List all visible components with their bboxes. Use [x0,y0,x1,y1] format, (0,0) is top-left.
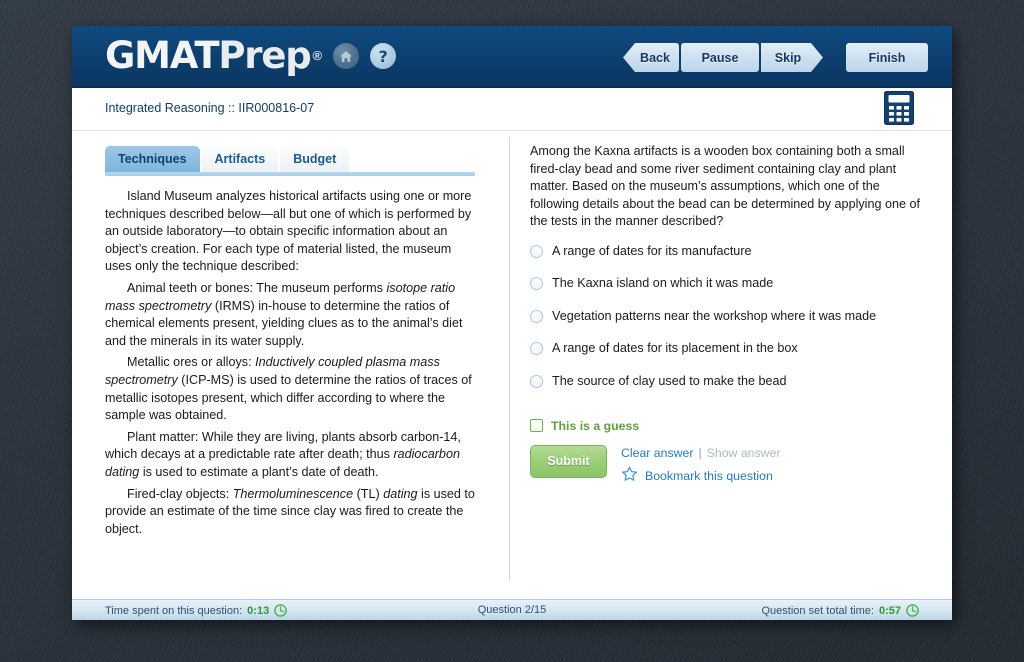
help-icon-glyph: ? [378,46,388,66]
total-time-status: Question set total time: 0:57 [761,604,919,617]
back-button[interactable]: Back [623,43,679,72]
tab-strip: Techniques Artifacts Budget [105,145,479,172]
logo-prep-text: Prep [218,34,311,77]
answer-option[interactable]: A range of dates for its placement in th… [530,340,924,356]
pause-button[interactable]: Pause [681,43,759,72]
brand-header-bar: GMAT Prep ® ? Back Pause Skip Finish [72,26,952,88]
bookmark-question-link[interactable]: Bookmark this question [621,466,780,487]
clock-icon [906,604,919,617]
time-spent-status: Time spent on this question: 0:13 [105,604,288,617]
help-icon[interactable]: ? [370,43,397,69]
status-footer: Time spent on this question: 0:13 Questi… [72,599,952,620]
link-separator: | [698,445,702,460]
question-panel: Among the Kaxna artifacts is a wooden bo… [509,131,952,599]
tab-label: Artifacts [214,152,266,166]
passage-run: (TL) [353,486,384,501]
answer-option-label: The Kaxna island on which it was made [552,276,774,291]
time-spent-label: Time spent on this question: [105,604,243,617]
passage-run: Metallic ores or alloys: [127,355,256,370]
registered-trademark-mark: ® [312,48,323,63]
passage-paragraph: Metallic ores or alloys: Inductively cou… [105,354,479,424]
show-answer-link[interactable]: Show answer [707,446,781,460]
navigation-button-group: Back Pause Skip Finish [623,43,928,72]
answer-option[interactable]: The Kaxna island on which it was made [530,275,924,291]
passage-emphasis: dating [383,486,418,501]
total-time-label: Question set total time: [761,604,874,617]
clear-answer-link[interactable]: Clear answer [621,446,693,460]
answer-option-label: A range of dates for its placement in th… [552,341,798,356]
submit-button[interactable]: Submit [530,444,607,478]
radio-button[interactable] [530,277,543,291]
answer-action-links: Clear answer | Show answer Bookmark this… [621,445,780,487]
radio-button[interactable] [530,244,543,258]
passage-emphasis: Thermoluminescence [232,486,354,501]
passage-run: Animal teeth or bones: The museum perfor… [127,280,387,295]
breadcrumb: Integrated Reasoning :: IIR000816-07 [105,101,315,115]
this-is-a-guess-checkbox[interactable]: This is a guess [521,419,924,433]
tab-techniques[interactable]: Techniques [105,146,200,172]
tab-label: Budget [293,152,337,166]
total-time-value: 0:57 [878,604,901,617]
passage-text: Island Museum analyzes historical artifa… [105,176,479,538]
main-content-area: Techniques Artifacts Budget Island Museum … [72,131,952,599]
guess-checkbox-label: This is a guess [551,418,640,433]
gmatprep-logo: GMAT Prep ® ? [105,34,397,77]
radio-button[interactable] [530,342,543,356]
calculator-icon[interactable] [884,91,914,125]
star-outline-icon [621,466,638,487]
answer-option-label: Vegetation patterns near the workshop wh… [552,308,877,323]
home-icon[interactable] [333,43,360,69]
radio-button[interactable] [530,309,543,323]
answer-option[interactable]: A range of dates for its manufacture [530,243,924,259]
clock-icon [274,604,288,617]
finish-button[interactable]: Finish [846,43,928,72]
tab-artifacts[interactable]: Artifacts [201,146,279,172]
answer-option-label: The source of clay used to make the bead [552,373,787,388]
bookmark-label: Bookmark this question [645,469,773,484]
answer-option-label: A range of dates for its manufacture [552,243,752,258]
answer-links-row: Clear answer | Show answer [621,446,780,460]
question-counter: Question 2/15 [477,604,547,616]
panel-divider [509,137,510,581]
guess-checkbox-box[interactable] [530,419,543,433]
time-spent-value: 0:13 [247,604,270,617]
radio-button[interactable] [530,374,543,388]
passage-paragraph: Island Museum analyzes historical artifa… [105,188,479,276]
submit-action-row: Submit Clear answer | Show answer Bookma… [521,444,924,487]
question-stem: Among the Kaxna artifacts is a wooden bo… [530,144,920,229]
passage-paragraph: Fired-clay objects: Thermoluminescence (… [105,486,479,539]
passage-run: Island Museum analyzes historical artifa… [105,189,472,274]
passage-run: Fired-clay objects: [127,486,233,501]
tab-label: Techniques [118,152,187,166]
sub-header-bar: Integrated Reasoning :: IIR000816-07 [72,88,952,131]
passage-paragraph: Animal teeth or bones: The museum perfor… [105,280,479,350]
application-window: GMAT Prep ® ? Back Pause Skip Finish Int… [72,26,952,620]
logo-gmat-text: GMAT [105,34,220,77]
skip-button[interactable]: Skip [761,43,823,72]
answer-option[interactable]: Vegetation patterns near the workshop wh… [530,308,924,324]
answer-options-list: A range of dates for its manufacture The … [521,243,924,389]
tab-budget[interactable]: Budget [280,146,350,172]
answer-option[interactable]: The source of clay used to make the bead [530,373,924,389]
source-panel: Techniques Artifacts Budget Island Museum … [72,131,509,599]
passage-run: is used to estimate a plant’s date of de… [139,464,379,479]
passage-paragraph: Plant matter: While they are living, pla… [105,429,479,482]
